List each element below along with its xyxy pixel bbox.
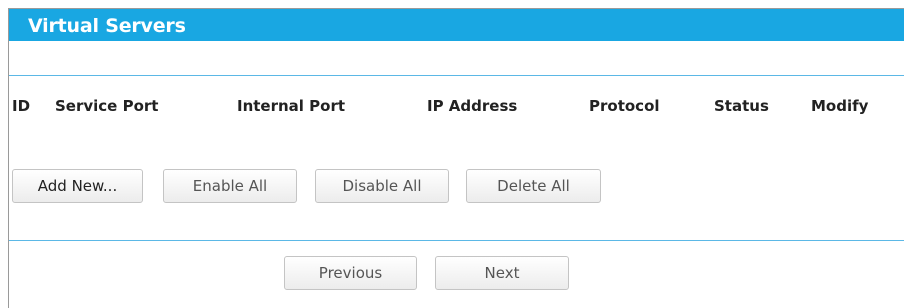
column-header-service-port: Service Port	[55, 97, 159, 115]
divider-top	[9, 75, 904, 76]
column-header-id: ID	[12, 97, 31, 115]
disable-all-button[interactable]: Disable All	[315, 169, 449, 203]
next-button[interactable]: Next	[435, 256, 569, 290]
add-new-button[interactable]: Add New...	[12, 169, 143, 203]
column-header-modify: Modify	[811, 97, 869, 115]
enable-all-button[interactable]: Enable All	[163, 169, 297, 203]
divider-bottom	[9, 240, 904, 241]
column-header-ip-address: IP Address	[427, 97, 518, 115]
column-header-internal-port: Internal Port	[237, 97, 346, 115]
column-header-protocol: Protocol	[589, 97, 660, 115]
delete-all-button[interactable]: Delete All	[466, 169, 601, 203]
page-title: Virtual Servers	[28, 15, 186, 37]
column-header-status: Status	[714, 97, 769, 115]
previous-button[interactable]: Previous	[284, 256, 417, 290]
